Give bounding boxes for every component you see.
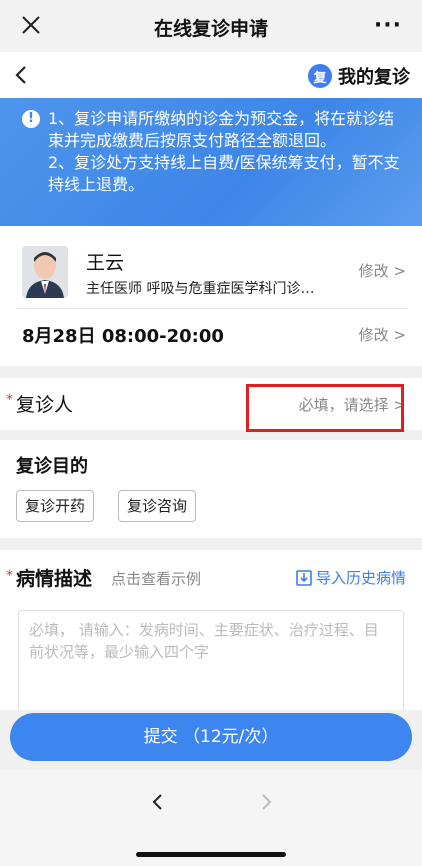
description-textarea[interactable]: 必填， 请输入：发病时间、主要症状、治疗过程、目前状况等，最少输入四个字 [18, 610, 404, 710]
browser-nav-bar [0, 770, 422, 866]
required-mark: * [6, 392, 13, 408]
page-title: 在线复诊申请 [153, 18, 268, 40]
chevron-left-icon[interactable] [10, 63, 34, 87]
edit-time-button[interactable]: 修改 > [359, 324, 406, 345]
submit-button[interactable]: 提交 （12元/次） [10, 713, 412, 761]
chevron-left-icon[interactable] [146, 790, 170, 814]
my-revisits-link[interactable]: 复 我的复诊 [308, 63, 410, 89]
edit-doctor-button[interactable]: 修改 > [359, 260, 406, 281]
notice-banner: ! 1、复诊申请所缴纳的诊金为预交金，将在就诊结束并完成缴费后按原支付路径全额退… [0, 98, 422, 226]
doctor-avatar [22, 246, 68, 298]
view-example-link[interactable]: 点击查看示例 [111, 568, 201, 589]
description-title: 病情描述 [16, 568, 93, 590]
import-history-label: 导入历史病情 [315, 569, 406, 587]
more-menu-button[interactable]: ··· [374, 13, 402, 38]
highlight-box [246, 384, 404, 432]
purpose-title: 复诊目的 [16, 456, 88, 477]
import-icon [296, 569, 312, 586]
notice-line-2: 2、复诊处方支持线上自费/医保统筹支付，暂不支持线上退费。 [48, 153, 400, 194]
chevron-right-icon[interactable] [254, 790, 278, 814]
doctor-name: 王云 [86, 252, 125, 274]
info-icon: ! [22, 110, 40, 128]
appointment-time: 8月28日 08:00-20:00 [22, 326, 224, 347]
revisit-badge-icon: 复 [308, 64, 332, 88]
purpose-section: 复诊目的 复诊开药 复诊咨询 [0, 440, 422, 538]
nav-bar: 复 我的复诊 [0, 52, 422, 98]
doctor-card: 王云 主任医师 呼吸与危重症医学科门诊… 修改 > 8月28日 08:00-20… [0, 226, 422, 366]
patient-label: 复诊人 [16, 394, 74, 416]
purpose-option-consult[interactable]: 复诊咨询 [118, 490, 197, 522]
top-bar: 在线复诊申请 ··· [0, 0, 422, 52]
doctor-title: 主任医师 呼吸与危重症医学科门诊… [86, 281, 315, 297]
my-revisits-label: 我的复诊 [338, 67, 410, 88]
description-section: * 病情描述 点击查看示例 导入历史病情 必填， 请输入：发病时间、主要症状、治… [0, 550, 422, 710]
required-mark: * [6, 568, 13, 584]
home-indicator[interactable] [136, 852, 286, 857]
divider [16, 308, 408, 309]
import-history-button[interactable]: 导入历史病情 [296, 567, 406, 588]
notice-line-1: 1、复诊申请所缴纳的诊金为预交金，将在就诊结束并完成缴费后按原支付路径全额退回。 [48, 109, 395, 150]
purpose-option-prescription[interactable]: 复诊开药 [16, 490, 95, 522]
